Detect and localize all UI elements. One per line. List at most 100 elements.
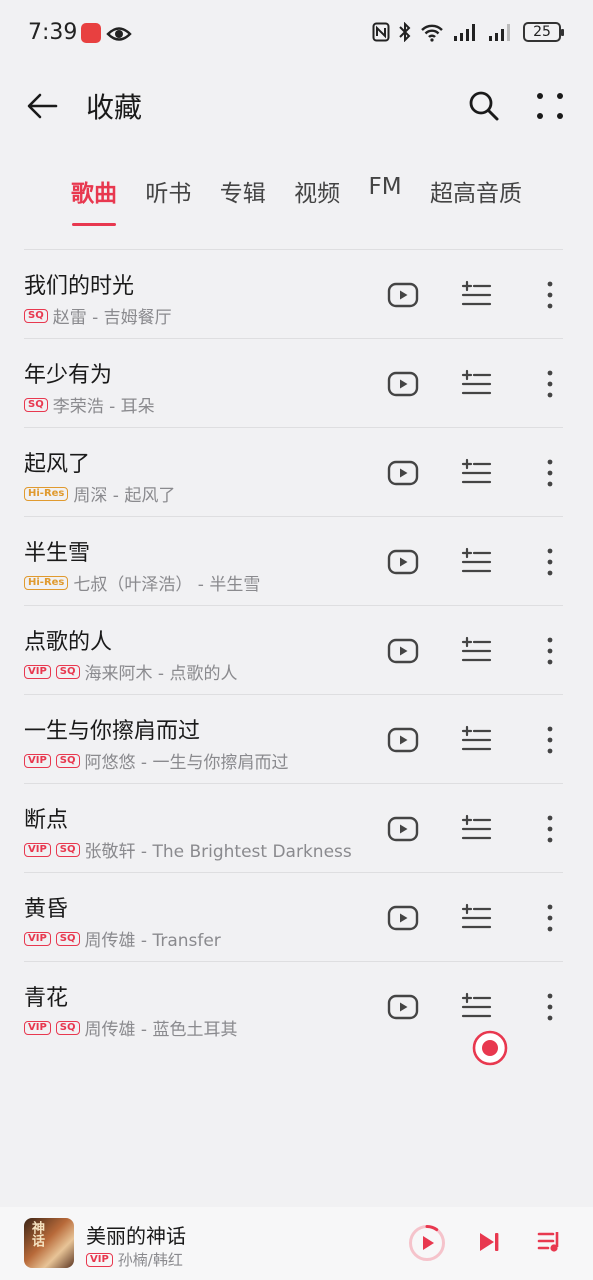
playlist-icon[interactable] — [536, 1228, 564, 1256]
song-meta: VIP SQ 周传雄 - 蓝色土耳其 — [24, 1015, 237, 1040]
cell-signal-icon — [454, 24, 475, 41]
sq-badge: SQ — [55, 842, 80, 857]
eye-icon — [106, 27, 132, 41]
video-icon[interactable] — [386, 723, 420, 757]
vertical-dots-icon[interactable] — [542, 813, 558, 845]
sq-badge: SQ — [55, 753, 80, 768]
album-cover[interactable]: 神话 — [24, 1218, 74, 1268]
song-row[interactable]: 年少有为 SQ 李荣浩 - 耳朵 — [24, 338, 563, 427]
song-row[interactable]: 半生雪 Hi-Res 七叔（叶泽浩） - 半生雪 — [24, 516, 563, 605]
song-meta: VIP SQ 阿悠悠 - 一生与你擦肩而过 — [24, 748, 288, 773]
video-icon[interactable] — [386, 990, 420, 1024]
song-title[interactable]: 年少有为 — [24, 357, 112, 389]
song-title[interactable]: 黄昏 — [24, 891, 68, 923]
app-header: 收藏 — [0, 70, 593, 140]
status-bar: 7:39 25 — [0, 0, 593, 68]
vip-badge: VIP — [86, 1252, 113, 1267]
song-meta: VIP SQ 周传雄 - Transfer — [24, 926, 221, 951]
vip-badge: VIP — [24, 753, 51, 768]
song-title[interactable]: 起风了 — [24, 446, 90, 478]
add-to-playlist-icon[interactable] — [460, 279, 492, 311]
add-to-playlist-icon[interactable] — [460, 813, 492, 845]
add-to-playlist-icon[interactable] — [460, 724, 492, 756]
hires-badge: Hi-Res — [24, 486, 69, 501]
add-to-playlist-icon[interactable] — [460, 635, 492, 667]
song-row[interactable]: 起风了 Hi-Res 周深 - 起风了 — [24, 427, 563, 516]
status-time: 7:39 — [28, 20, 78, 45]
add-to-playlist-icon[interactable] — [460, 902, 492, 934]
add-to-playlist-icon[interactable] — [460, 991, 492, 1023]
vertical-dots-icon[interactable] — [542, 635, 558, 667]
bluetooth-icon — [399, 22, 411, 42]
vertical-dots-icon[interactable] — [542, 902, 558, 934]
song-artist-album: 周传雄 - Transfer — [84, 931, 221, 951]
tab-fm[interactable]: FM — [356, 170, 415, 220]
song-meta: VIP SQ 张敬轩 - The Brightest Darkness — [24, 837, 352, 862]
category-tabs: 歌曲 听书 专辑 视频 FM 超高音质 — [58, 170, 535, 226]
sq-badge: SQ — [55, 1020, 80, 1035]
vertical-dots-icon[interactable] — [542, 546, 558, 578]
song-title[interactable]: 点歌的人 — [24, 624, 112, 656]
song-list: 我们的时光 SQ 赵雷 - 吉姆餐厅年少有为 SQ 李荣浩 - 耳朵起风了 Hi-Res 周… — [24, 249, 563, 1050]
song-meta: SQ 李荣浩 - 耳朵 — [24, 392, 155, 417]
song-title[interactable]: 半生雪 — [24, 535, 90, 567]
song-row[interactable]: 点歌的人 VIP SQ 海来阿木 - 点歌的人 — [24, 605, 563, 694]
vertical-dots-icon[interactable] — [542, 457, 558, 489]
vertical-dots-icon[interactable] — [542, 368, 558, 400]
sq-badge: SQ — [55, 664, 80, 679]
cell-signal-2-icon — [489, 24, 510, 41]
search-icon[interactable] — [464, 86, 504, 126]
vertical-dots-icon[interactable] — [542, 279, 558, 311]
tab-videos[interactable]: 视频 — [281, 170, 353, 220]
more-dots-icon[interactable] — [530, 86, 570, 126]
song-row[interactable]: 黄昏 VIP SQ 周传雄 - Transfer — [24, 872, 563, 961]
hires-badge: Hi-Res — [24, 575, 69, 590]
sq-badge: SQ — [55, 931, 80, 946]
add-to-playlist-icon[interactable] — [460, 546, 492, 578]
tab-songs[interactable]: 歌曲 — [58, 170, 130, 226]
song-artist-album: 赵雷 - 吉姆餐厅 — [52, 308, 172, 328]
sq-badge: SQ — [24, 397, 48, 412]
add-to-playlist-icon[interactable] — [460, 457, 492, 489]
video-icon[interactable] — [386, 367, 420, 401]
song-artist-album: 李荣浩 - 耳朵 — [52, 397, 155, 417]
song-row[interactable]: 一生与你擦肩而过 VIP SQ 阿悠悠 - 一生与你擦肩而过 — [24, 694, 563, 783]
song-row[interactable]: 我们的时光 SQ 赵雷 - 吉姆餐厅 — [24, 249, 563, 338]
add-to-playlist-icon[interactable] — [460, 368, 492, 400]
song-artist-album: 张敬轩 - The Brightest Darkness — [84, 842, 352, 862]
video-icon[interactable] — [386, 278, 420, 312]
song-title[interactable]: 一生与你擦肩而过 — [24, 713, 200, 745]
nfc-icon — [372, 22, 390, 42]
tab-audiobooks[interactable]: 听书 — [132, 170, 204, 220]
record-icon[interactable] — [472, 1030, 508, 1066]
back-arrow-icon[interactable] — [22, 86, 62, 126]
vertical-dots-icon[interactable] — [542, 991, 558, 1023]
video-icon[interactable] — [386, 634, 420, 668]
song-artist-album: 周传雄 - 蓝色土耳其 — [84, 1020, 238, 1040]
vip-badge: VIP — [24, 931, 51, 946]
album-cover-text: 神话 — [29, 1221, 44, 1247]
battery-icon: 25 — [523, 22, 564, 42]
song-artist-album: 周深 - 起风了 — [73, 486, 176, 506]
vertical-dots-icon[interactable] — [542, 724, 558, 756]
video-icon[interactable] — [386, 901, 420, 935]
video-icon[interactable] — [386, 545, 420, 579]
song-title[interactable]: 青花 — [24, 980, 68, 1012]
tab-ultra-hq[interactable]: 超高音质 — [417, 170, 535, 220]
sq-badge: SQ — [24, 308, 48, 323]
vip-badge: VIP — [24, 842, 51, 857]
tab-albums[interactable]: 专辑 — [207, 170, 279, 220]
mini-player[interactable]: 神话 美丽的神话 VIP 孙楠/韩红 — [0, 1207, 593, 1280]
now-playing-title[interactable]: 美丽的神话 — [86, 1220, 186, 1249]
song-title[interactable]: 我们的时光 — [24, 268, 134, 300]
video-icon[interactable] — [386, 456, 420, 490]
song-artist-album: 七叔（叶泽浩） - 半生雪 — [73, 575, 261, 595]
song-row[interactable]: 断点 VIP SQ 张敬轩 - The Brightest Darkness — [24, 783, 563, 872]
song-meta: VIP SQ 海来阿木 - 点歌的人 — [24, 659, 237, 684]
song-title[interactable]: 断点 — [24, 802, 68, 834]
next-icon[interactable] — [476, 1229, 502, 1255]
now-playing-artist: 孙楠/韩红 — [117, 1251, 183, 1269]
song-meta: Hi-Res 周深 - 起风了 — [24, 481, 175, 506]
play-icon[interactable] — [408, 1224, 446, 1262]
video-icon[interactable] — [386, 812, 420, 846]
